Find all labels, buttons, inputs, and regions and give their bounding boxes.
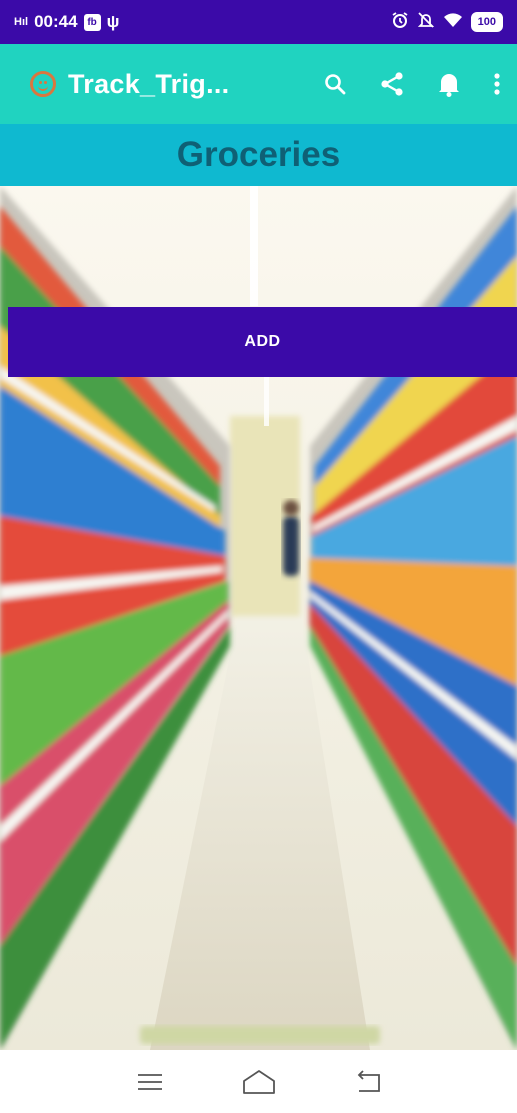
- menu-icon[interactable]: [130, 1062, 170, 1102]
- mute-icon: [417, 11, 435, 34]
- more-vert-icon[interactable]: [493, 72, 501, 96]
- back-icon[interactable]: [348, 1062, 388, 1102]
- share-icon[interactable]: [379, 71, 405, 97]
- navigation-bar: [0, 1050, 517, 1113]
- app-title: Track_Trig...: [68, 68, 230, 99]
- alarm-icon: [391, 11, 409, 34]
- smiley-icon: [30, 71, 56, 97]
- wifi-icon: [443, 12, 463, 33]
- status-bar-left: Hıl 00:44 fb ψ: [14, 12, 119, 32]
- add-button[interactable]: ADD: [8, 307, 517, 377]
- battery-icon: 100: [470, 12, 503, 32]
- search-icon[interactable]: [323, 72, 347, 96]
- app-screen: Hıl 00:44 fb ψ 100 Track_Trig... Groceri…: [0, 0, 517, 1113]
- app-bar-actions: [323, 71, 501, 97]
- signal-icon: Hıl: [14, 15, 29, 28]
- bell-icon[interactable]: [437, 71, 461, 97]
- app-bar: Track_Trig...: [0, 44, 517, 124]
- home-icon[interactable]: [239, 1062, 279, 1102]
- signal-label: H: [14, 15, 22, 28]
- status-bar: Hıl 00:44 fb ψ 100: [0, 0, 517, 44]
- status-bar-right: 100: [391, 11, 503, 34]
- status-time: 00:44: [34, 12, 78, 31]
- notification-badge-icon: fb: [83, 13, 101, 31]
- usb-icon: ψ: [106, 12, 120, 31]
- category-title: Groceries: [176, 135, 341, 174]
- category-header: Groceries: [0, 124, 517, 186]
